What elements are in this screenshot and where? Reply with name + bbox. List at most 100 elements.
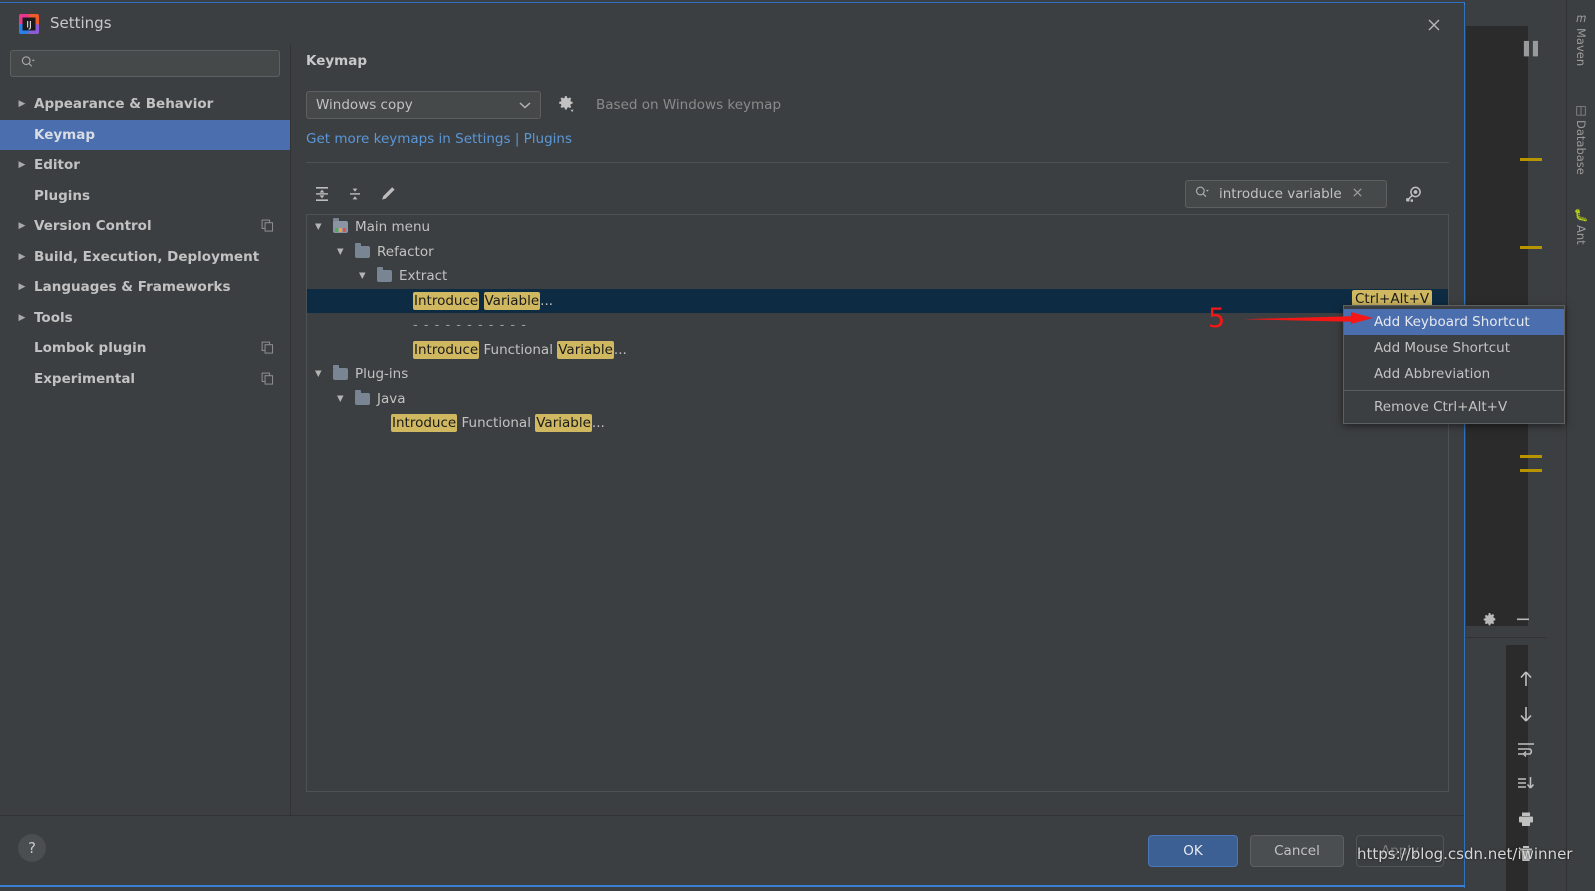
dialog-title: Settings bbox=[50, 14, 112, 32]
tree-folder-row[interactable]: ▼ Java bbox=[307, 387, 1448, 412]
tree-action-text: ... bbox=[613, 341, 627, 358]
copy-settings-icon[interactable] bbox=[261, 372, 274, 389]
sidebar-item-label: Editor bbox=[34, 157, 80, 173]
keymap-gear-icon[interactable] bbox=[557, 95, 579, 117]
page-title: Keymap bbox=[306, 53, 368, 69]
context-menu-item-add-keyboard-shortcut[interactable]: Add Keyboard Shortcut bbox=[1344, 309, 1564, 335]
pause-marker-icon: ▌▌ bbox=[1524, 42, 1543, 57]
annotation-arrow-icon bbox=[1243, 312, 1373, 324]
ok-button[interactable]: OK bbox=[1148, 835, 1238, 867]
ant-icon: 🐛 bbox=[1573, 208, 1589, 222]
tree-folder-row[interactable]: ▼ Extract bbox=[307, 264, 1448, 289]
sidebar-item-appearance-behavior[interactable]: ▶ Appearance & Behavior bbox=[0, 89, 290, 119]
find-by-shortcut-icon[interactable] bbox=[1401, 182, 1427, 206]
keymap-panel: Keymap Windows copy Based on Windows key… bbox=[291, 45, 1464, 815]
sidebar-item-keymap[interactable]: ▶ Keymap bbox=[0, 119, 290, 150]
soft-wrap-icon[interactable] bbox=[1515, 738, 1537, 760]
tree-action-label: Introduce Functional Variable... bbox=[413, 340, 627, 359]
sidebar-item-languages-frameworks[interactable]: ▶ Languages & Frameworks bbox=[0, 272, 290, 302]
context-menu-item-add-mouse-shortcut[interactable]: Add Mouse Shortcut bbox=[1344, 335, 1564, 361]
settings-search-box[interactable] bbox=[10, 50, 280, 77]
context-menu-item-add-abbreviation[interactable]: Add Abbreviation bbox=[1344, 361, 1564, 387]
minimize-icon[interactable] bbox=[1515, 612, 1531, 630]
tree-node-separator: - - - - - - - - - - - bbox=[413, 317, 527, 333]
keymap-tree-toolbar bbox=[306, 178, 1449, 214]
cancel-button[interactable]: Cancel bbox=[1250, 835, 1344, 867]
keymap-select[interactable]: Windows copy bbox=[306, 91, 541, 119]
scroll-to-end-icon[interactable] bbox=[1515, 773, 1537, 795]
chevron-down-icon[interactable]: ▼ bbox=[359, 271, 369, 281]
get-more-keymaps-link[interactable]: Get more keymaps in Settings | Plugins bbox=[306, 131, 572, 147]
chevron-right-icon[interactable]: ▶ bbox=[14, 282, 30, 292]
clear-x-icon[interactable] bbox=[1351, 186, 1364, 203]
search-icon bbox=[20, 54, 36, 74]
chevron-right-icon[interactable]: ▶ bbox=[14, 221, 30, 231]
sidebar-item-label: Keymap bbox=[34, 126, 96, 143]
chevron-down-icon[interactable]: ▼ bbox=[337, 394, 347, 404]
chevron-right-icon[interactable]: ▶ bbox=[14, 313, 30, 323]
tree-indent-spacer: ▶ bbox=[14, 343, 30, 353]
sidebar-item-label: Plugins bbox=[34, 187, 91, 204]
tool-window-maven[interactable]: 𝑚 Maven bbox=[1567, 8, 1595, 70]
chevron-down-icon[interactable]: ▼ bbox=[315, 369, 325, 379]
tool-window-database[interactable]: ◫ Database bbox=[1567, 100, 1595, 179]
copy-settings-icon[interactable] bbox=[261, 219, 274, 236]
sidebar-item-label: Lombok plugin bbox=[34, 340, 147, 356]
tree-action-row[interactable]: Introduce Functional Variable... bbox=[307, 411, 1448, 436]
copy-settings-icon[interactable] bbox=[261, 341, 274, 358]
arrow-up-icon[interactable] bbox=[1515, 668, 1537, 690]
search-match-highlight: Introduce bbox=[413, 291, 480, 310]
gear-icon[interactable] bbox=[1482, 612, 1497, 631]
sidebar-item-label: Build, Execution, Deployment bbox=[34, 248, 260, 265]
context-menu: Add Keyboard Shortcut Add Mouse Shortcut A… bbox=[1343, 305, 1565, 424]
sidebar-item-label: Languages & Frameworks bbox=[34, 279, 231, 295]
tree-folder-row[interactable]: ▼ Refactor bbox=[307, 240, 1448, 265]
tree-node-label: Plug-ins bbox=[355, 366, 409, 383]
tree-action-text: Functional bbox=[457, 415, 536, 432]
tree-action-label: Introduce Functional Variable... bbox=[391, 414, 605, 433]
tree-action-text: Functional bbox=[479, 341, 558, 358]
settings-search-input[interactable] bbox=[43, 55, 272, 72]
sidebar-item-label: Tools bbox=[34, 309, 73, 326]
tree-action-row[interactable]: Introduce Functional Variable... bbox=[307, 338, 1448, 363]
edit-pencil-icon[interactable] bbox=[374, 180, 402, 208]
chevron-right-icon[interactable]: ▶ bbox=[14, 99, 30, 109]
tool-window-ant[interactable]: 🐛 Ant bbox=[1567, 205, 1595, 249]
sidebar-item-tools[interactable]: ▶ Tools bbox=[0, 303, 290, 333]
keymap-search-box[interactable] bbox=[1185, 180, 1387, 208]
chevron-down-icon[interactable]: ▼ bbox=[337, 247, 347, 257]
sidebar-item-version-control[interactable]: ▶ Version Control bbox=[0, 211, 290, 241]
context-menu-item-remove-ctrl-alt-v[interactable]: Remove Ctrl+Alt+V bbox=[1344, 394, 1564, 420]
sidebar-item-build-execution-deployment[interactable]: ▶ Build, Execution, Deployment bbox=[0, 242, 290, 272]
keymap-select-value: Windows copy bbox=[316, 97, 413, 113]
panel-header-toolbar bbox=[1466, 605, 1546, 638]
arrow-down-icon[interactable] bbox=[1515, 703, 1537, 725]
help-button[interactable]: ? bbox=[18, 834, 46, 862]
sidebar-item-experimental[interactable]: ▶ Experimental bbox=[0, 364, 290, 394]
menu-separator bbox=[1344, 390, 1564, 391]
expand-all-icon[interactable] bbox=[308, 180, 336, 208]
sidebar-item-editor[interactable]: ▶ Editor bbox=[0, 150, 290, 180]
sidebar-item-plugins[interactable]: ▶ Plugins bbox=[0, 181, 290, 211]
close-icon[interactable] bbox=[1420, 12, 1448, 38]
chevron-down-icon[interactable]: ▼ bbox=[315, 222, 325, 232]
chevron-right-icon[interactable]: ▶ bbox=[14, 160, 30, 170]
folder-icon bbox=[355, 389, 370, 405]
tree-action-text bbox=[479, 293, 483, 309]
keymap-search-input[interactable] bbox=[1217, 185, 1349, 203]
sidebar-item-lombok-plugin[interactable]: ▶ Lombok plugin bbox=[0, 333, 290, 363]
collapse-all-icon[interactable] bbox=[341, 180, 369, 208]
tree-action-label: Introduce Variable... bbox=[413, 291, 553, 310]
dialog-button-bar: ? OK Cancel Apply bbox=[0, 815, 1464, 888]
tree-folder-row[interactable]: ▼ Plug-ins bbox=[307, 362, 1448, 387]
keymap-tree[interactable]: ▼ Main menu ▼ Refactor ▼ Extract Introduce Var… bbox=[306, 214, 1449, 792]
tree-node-label: Java bbox=[377, 390, 406, 407]
editor-marker-tick bbox=[1520, 469, 1542, 472]
chevron-down-icon bbox=[519, 98, 531, 113]
tree-action-text: ... bbox=[591, 415, 605, 432]
print-icon[interactable] bbox=[1515, 808, 1537, 830]
tree-folder-row[interactable]: ▼ Main menu bbox=[307, 215, 1448, 240]
chevron-right-icon[interactable]: ▶ bbox=[14, 252, 30, 262]
tree-indent-spacer: ▶ bbox=[14, 130, 30, 140]
search-match-highlight: Variable bbox=[557, 340, 614, 359]
